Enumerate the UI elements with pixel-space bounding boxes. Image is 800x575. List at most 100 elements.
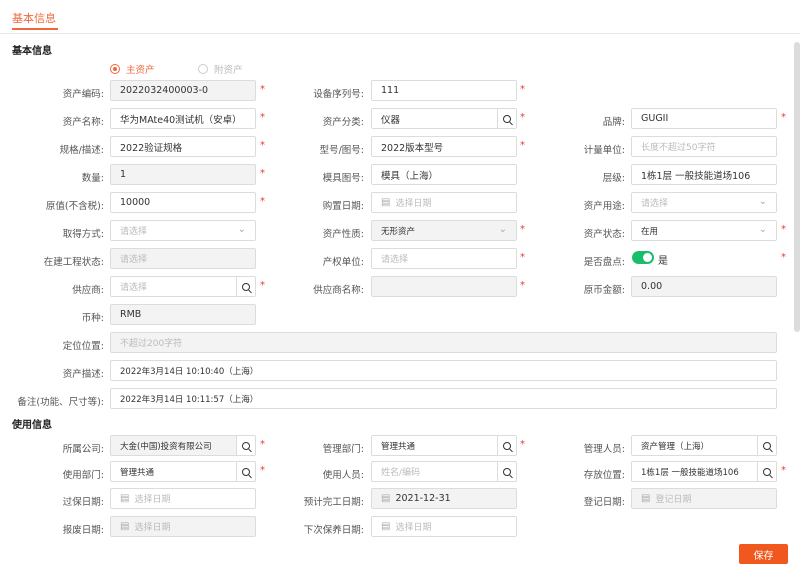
spec-value: 2022验证规格 (120, 142, 183, 154)
dept-search-button[interactable] (497, 435, 517, 456)
label-dept: 管理部门: (322, 444, 364, 455)
floor-input[interactable]: 1栋1层 一般技能道场106 (631, 164, 777, 185)
label-serial-no: 设备序列号: (313, 89, 364, 100)
calendar-icon: ▤ (381, 493, 391, 504)
chevron-down-icon: ⌄ (758, 224, 767, 235)
currency-value: RMB (120, 309, 142, 320)
category-search-button[interactable] (497, 108, 517, 129)
user-search-button[interactable] (497, 461, 517, 482)
search-icon (242, 467, 250, 476)
save-button[interactable]: 保存 (739, 544, 788, 564)
select-placeholder: 请选择 (120, 227, 148, 237)
manager-input[interactable]: 资产管理（上海） (631, 435, 758, 456)
calendar-icon: ▤ (120, 493, 130, 504)
vertical-scrollbar[interactable] (794, 42, 800, 332)
register-date: ▤ 登记日期 (631, 488, 777, 509)
label-user: 使用人员: (322, 470, 364, 481)
label-original-value: 原值(不含税): (45, 201, 104, 212)
acquire-select[interactable]: 请选择 ⌄ (110, 220, 256, 241)
radio-checked-icon (110, 64, 120, 74)
label-description: 资产描述: (62, 369, 104, 380)
label-spec: 规格/描述: (59, 145, 104, 156)
search-icon (503, 441, 511, 450)
nature-value: 无形资产 (381, 226, 416, 237)
quantity-field: 1 (110, 164, 256, 185)
label-asset-code: 资产编码: (62, 89, 104, 100)
serial-no-input[interactable]: 111 (371, 80, 517, 101)
model-input[interactable]: 2022版本型号 (371, 136, 517, 157)
unit-placeholder: 长度不超过50字符 (641, 143, 716, 153)
supplier-search-button[interactable] (236, 276, 256, 297)
label-owner-unit: 产权单位: (322, 257, 364, 268)
company-search-button[interactable] (236, 435, 256, 456)
radio-sub-asset[interactable]: 附资产 (198, 62, 243, 76)
spec-input[interactable]: 2022验证规格 (110, 136, 256, 157)
quantity-value: 1 (120, 169, 127, 180)
label-company: 所属公司: (62, 444, 104, 455)
floor-value: 1栋1层 一般技能道场106 (641, 170, 751, 182)
label-use-dept: 使用部门: (62, 470, 104, 481)
label-brand: 品牌: (602, 117, 625, 128)
chevron-down-icon: ⌄ (758, 196, 767, 207)
asset-code-field: 2022032400003-0 (110, 80, 256, 101)
user-input[interactable]: 姓名/编码 (371, 461, 498, 482)
calendar-icon: ▤ (381, 521, 391, 532)
planned-done-value: 2021-12-31 (395, 493, 451, 504)
calendar-icon: ▤ (381, 197, 391, 208)
radio-sub-label: 附资产 (214, 65, 243, 76)
label-asset-name: 资产名称: (62, 117, 104, 128)
label-supplier: 供应商: (72, 285, 104, 296)
label-mold-no: 模具图号: (322, 173, 364, 184)
required-mark: * (781, 224, 786, 235)
status-select[interactable]: 在用 ⌄ (631, 220, 777, 241)
remark-value: 2022年3月14日 10:11:57（上海） (120, 394, 259, 405)
company-input[interactable]: 大金(中国)投资有限公司 (110, 435, 237, 456)
purchase-date-picker[interactable]: ▤ 选择日期 (371, 192, 517, 213)
description-value: 2022年3月14日 10:10:40（上海） (120, 366, 259, 377)
supplier-input[interactable]: 请选择 (110, 276, 237, 297)
asset-form-page: 基本信息 基本信息 主资产 附资产 资产编码: 2022032400003-0 … (0, 0, 800, 575)
mold-no-input[interactable]: 模具（上海） (371, 164, 517, 185)
chevron-down-icon: ⌄ (237, 224, 246, 235)
label-category: 资产分类: (322, 117, 364, 128)
category-input[interactable]: 仪器 (371, 108, 498, 129)
label-currency: 币种: (81, 313, 104, 324)
remark-input[interactable]: 2022年3月14日 10:11:57（上海） (110, 388, 777, 409)
label-status: 资产状态: (583, 229, 625, 240)
dept-input[interactable]: 管理共通 (371, 435, 498, 456)
use-dept-value: 管理共通 (120, 467, 155, 478)
nature-select[interactable]: 无形资产 ⌄ (371, 220, 517, 241)
select-placeholder: 请选择 (641, 199, 669, 209)
tab-basic-info[interactable]: 基本信息 (12, 10, 56, 26)
use-dept-search-button[interactable] (236, 461, 256, 482)
required-mark: * (781, 112, 786, 123)
radio-main-label: 主资产 (126, 65, 155, 76)
asset-name-input[interactable]: 华为MAte40测试机（安卓） (110, 108, 256, 129)
asset-code-value: 2022032400003-0 (120, 85, 209, 96)
calendar-icon: ▤ (120, 521, 130, 532)
label-storage: 存放位置: (583, 470, 625, 481)
use-dept-input[interactable]: 管理共通 (110, 461, 237, 482)
section-title-basic: 基本信息 (12, 46, 52, 57)
warranty-date-picker[interactable]: ▤ 选择日期 (110, 488, 256, 509)
brand-value: GUGII (641, 113, 669, 124)
original-value-input[interactable]: 10000 (110, 192, 256, 213)
label-usage: 资产用途: (583, 201, 625, 212)
usage-select[interactable]: 请选择 ⌄ (631, 192, 777, 213)
search-icon (503, 114, 511, 123)
label-remark: 备注(功能、尺寸等): (17, 397, 104, 408)
storage-search-button[interactable] (757, 461, 777, 482)
search-icon (763, 467, 771, 476)
description-input[interactable]: 2022年3月14日 10:10:40（上海） (110, 360, 777, 381)
owner-unit-select[interactable]: 请选择 (371, 248, 517, 269)
manager-search-button[interactable] (757, 435, 777, 456)
brand-input[interactable]: GUGII (631, 108, 777, 129)
storage-input[interactable]: 1栋1层 一般技能道场106 (631, 461, 758, 482)
company-value: 大金(中国)投资有限公司 (120, 441, 212, 452)
inventory-value: 是 (658, 256, 668, 267)
next-maint-date-picker[interactable]: ▤ 选择日期 (371, 516, 517, 537)
tab-active-indicator (12, 28, 58, 30)
unit-input[interactable]: 长度不超过50字符 (631, 136, 777, 157)
inventory-toggle[interactable] (632, 251, 654, 264)
radio-main-asset[interactable]: 主资产 (110, 62, 155, 76)
